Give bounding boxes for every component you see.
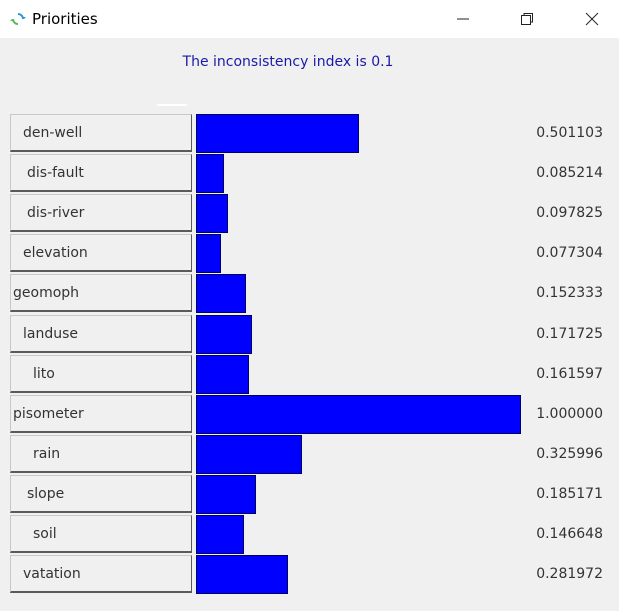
minimize-button[interactable]: [441, 4, 485, 34]
row-value: 1.000000: [536, 405, 603, 422]
row-value: 0.146648: [536, 526, 603, 542]
row-value: 0.085214: [536, 165, 603, 182]
row-value: 0.171725: [536, 325, 603, 342]
priority-row[interactable]: lito 0.161597: [0, 354, 619, 395]
title-bar[interactable]: Priorities: [0, 0, 619, 38]
row-value: 0.077304: [536, 245, 603, 262]
row-label: rain: [10, 434, 192, 473]
header-divider: [157, 104, 187, 106]
row-label: landuse: [10, 314, 192, 353]
priority-bar: [196, 354, 249, 394]
priority-row[interactable]: vatation 0.281972: [0, 555, 619, 595]
refresh-arrows-icon: [10, 13, 26, 25]
priority-bar: [196, 434, 302, 474]
maximize-icon: [521, 13, 533, 25]
row-label: elevation: [10, 234, 192, 273]
priority-bar: [196, 234, 222, 274]
close-button[interactable]: [570, 4, 614, 34]
priority-bar: [196, 194, 228, 234]
priority-row[interactable]: soil 0.146648: [0, 515, 619, 555]
row-label: lito: [10, 354, 192, 393]
row-value: 0.152333: [536, 285, 603, 302]
row-value: 0.281972: [536, 566, 603, 583]
row-value: 0.501103: [536, 125, 603, 141]
row-value: 0.325996: [536, 445, 603, 462]
row-value: 0.185171: [536, 485, 603, 502]
row-label: vatation: [10, 555, 192, 594]
row-label: den-well: [10, 114, 192, 152]
priority-row[interactable]: pisometer 1.000000: [0, 394, 619, 435]
priorities-window: Priorities The inconsistency index is 0.…: [0, 0, 619, 611]
priority-bar: [196, 114, 359, 153]
priority-bar: [196, 394, 521, 434]
priority-row[interactable]: elevation 0.077304: [0, 234, 619, 274]
row-label: soil: [10, 515, 192, 553]
priority-bar: [196, 474, 257, 514]
priority-list: den-well 0.501103 dis-fault 0.085214 dis-riv…: [0, 114, 619, 611]
priority-row[interactable]: geomoph 0.152333: [0, 274, 619, 314]
row-label: slope: [10, 474, 192, 513]
row-value: 0.161597: [536, 365, 603, 382]
priority-bar: [196, 154, 224, 194]
inconsistency-header: The inconsistency index is 0.1: [0, 38, 619, 110]
row-label: geomoph: [10, 274, 192, 313]
priority-bar: [196, 314, 252, 354]
priority-row[interactable]: slope 0.185171: [0, 474, 619, 515]
priority-row[interactable]: dis-fault 0.085214: [0, 154, 619, 194]
row-label: pisometer: [10, 394, 192, 433]
row-value: 0.097825: [536, 205, 603, 222]
row-label: dis-fault: [10, 154, 192, 193]
priority-row[interactable]: rain 0.325996: [0, 434, 619, 475]
minimize-icon: [457, 18, 469, 20]
priority-bar: [196, 274, 246, 314]
close-icon: [585, 12, 599, 26]
priority-row[interactable]: dis-river 0.097825: [0, 194, 619, 234]
inconsistency-index-text: The inconsistency index is 0.1: [182, 54, 394, 70]
priority-bar: [196, 555, 288, 595]
priority-row[interactable]: landuse 0.171725: [0, 314, 619, 355]
row-label: dis-river: [10, 194, 192, 233]
priority-row[interactable]: den-well 0.501103: [0, 114, 619, 154]
maximize-button[interactable]: [505, 4, 549, 34]
priority-bar: [196, 515, 244, 554]
window-title: Priorities: [32, 10, 98, 28]
